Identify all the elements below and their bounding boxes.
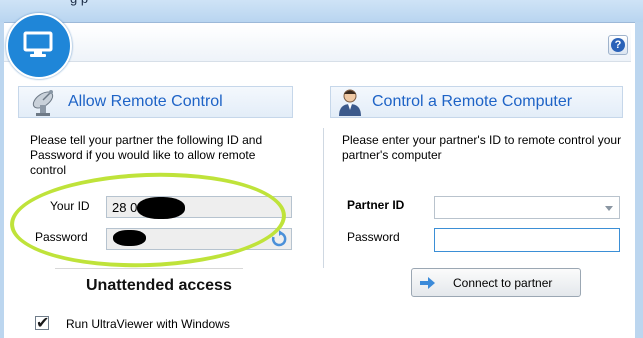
run-with-windows-checkbox[interactable]: ✔ — [35, 315, 50, 332]
password-label-right: Password — [347, 230, 400, 244]
run-with-windows-label: Run UltraViewer with Windows — [66, 317, 230, 331]
monitor-icon — [23, 31, 53, 57]
unattended-access-title: Unattended access — [86, 277, 232, 294]
section-divider — [323, 128, 324, 268]
help-button[interactable]: ? — [608, 35, 628, 55]
chevron-down-icon[interactable] — [605, 206, 613, 211]
header-strip — [4, 25, 631, 62]
allow-remote-control-title: Allow Remote Control — [68, 93, 223, 110]
arrow-right-icon — [420, 277, 435, 289]
separator — [55, 268, 243, 269]
help-icon: ? — [611, 38, 625, 52]
partner-id-combobox[interactable] — [434, 196, 620, 219]
redaction-mark — [113, 230, 146, 246]
allow-remote-control-header: Allow Remote Control — [18, 86, 293, 118]
window-frame-left — [0, 22, 4, 338]
your-id-value: 28 0 — [112, 200, 138, 215]
window-frame-right — [635, 22, 643, 338]
highlight-ellipse — [8, 168, 288, 272]
allow-instructions: Please tell your partner the following I… — [30, 133, 263, 177]
connect-to-partner-label: Connect to partner — [453, 276, 553, 290]
redaction-mark — [137, 197, 185, 219]
app-logo — [6, 13, 72, 79]
control-instructions: Please enter your partner's ID to remote… — [342, 133, 622, 162]
refresh-password-icon[interactable] — [270, 230, 288, 253]
window-title: g p — [70, 0, 88, 6]
control-remote-computer-title: Control a Remote Computer — [372, 93, 573, 110]
control-remote-computer-header: Control a Remote Computer — [330, 86, 623, 118]
partner-password-input[interactable] — [434, 228, 620, 252]
title-bar: g p — [0, 0, 643, 23]
your-id-label: Your ID — [50, 199, 90, 213]
person-icon — [335, 87, 365, 122]
password-label-left: Password — [35, 230, 88, 244]
connect-to-partner-button[interactable]: Connect to partner — [411, 268, 581, 297]
partner-id-label: Partner ID — [347, 198, 405, 212]
your-id-field[interactable]: 28 0 — [106, 196, 292, 218]
satellite-dish-icon — [27, 87, 61, 122]
check-icon: ✔ — [36, 315, 50, 332]
